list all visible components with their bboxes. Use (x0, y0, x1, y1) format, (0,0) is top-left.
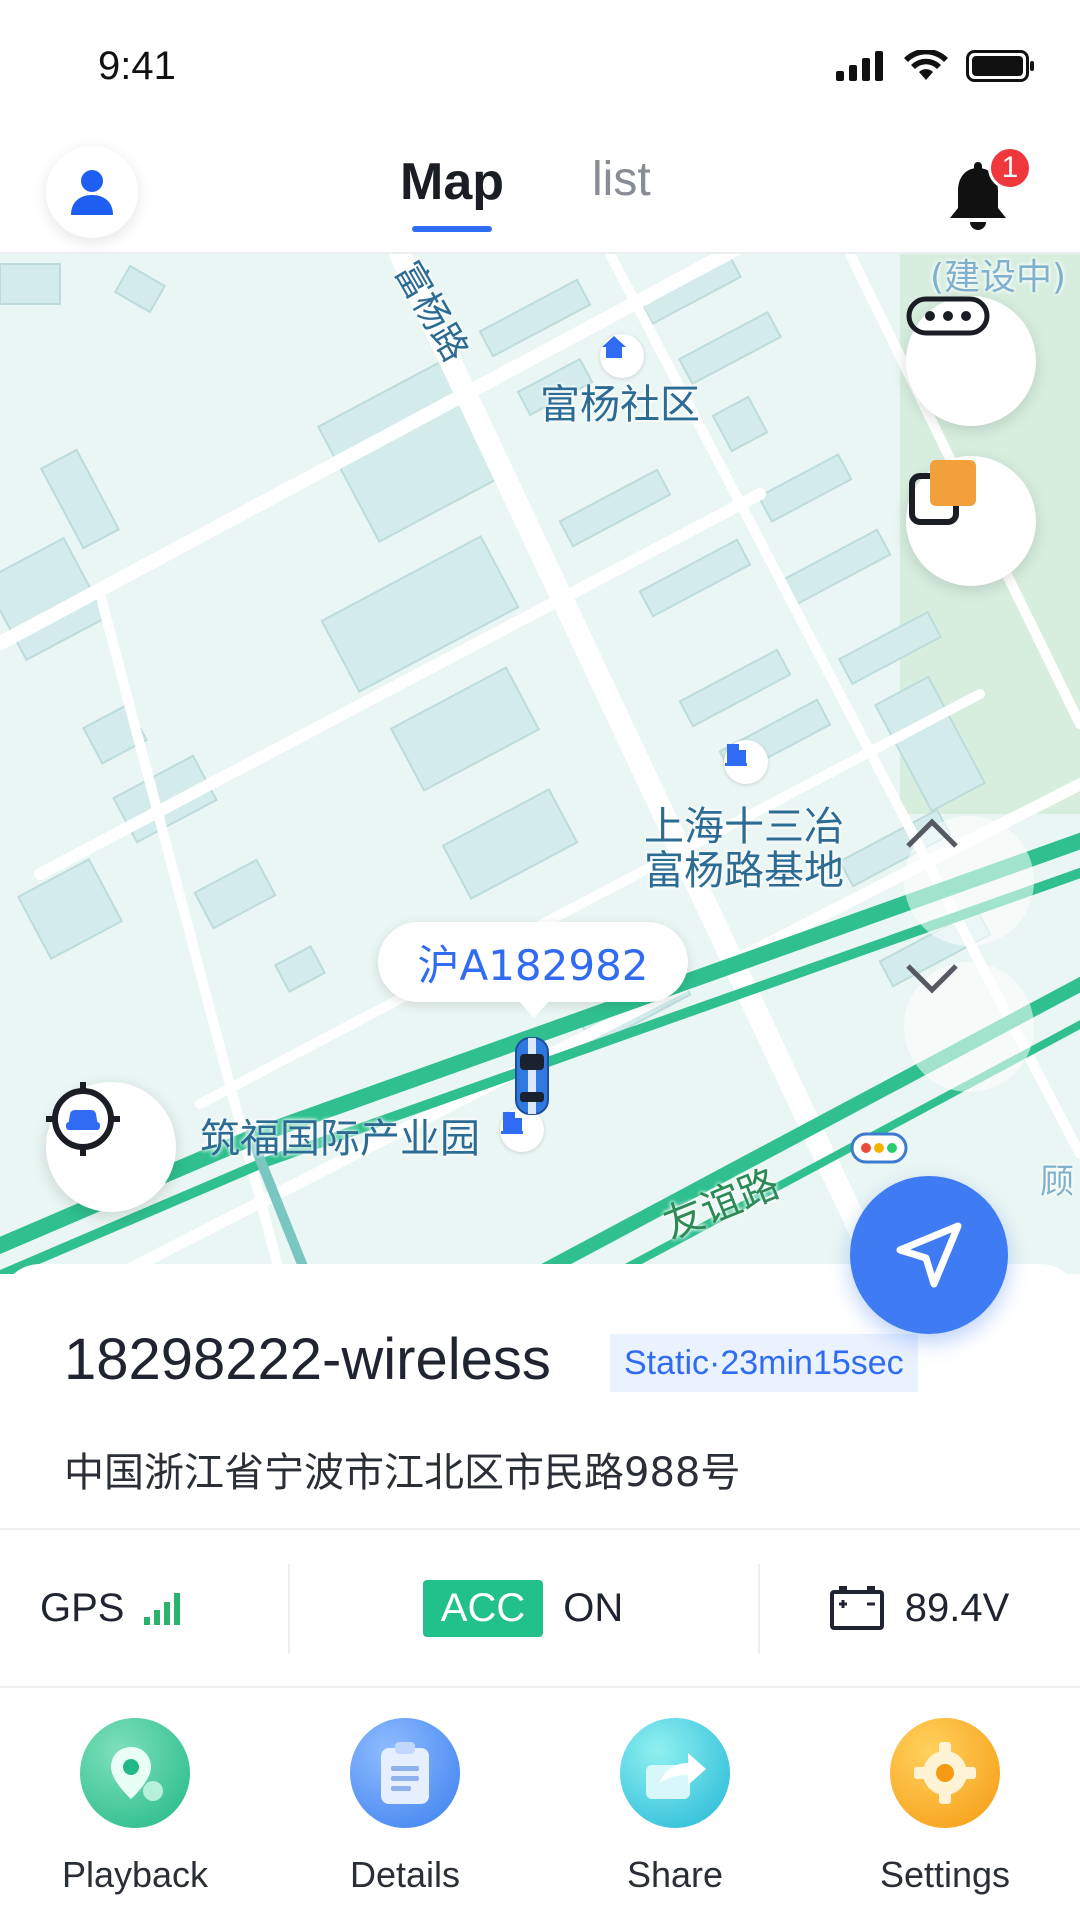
playback-label: Playback (61, 1854, 209, 1895)
status-badge: Static·23min15sec (610, 1334, 918, 1392)
map-view[interactable]: 富杨路 富杨社区 上海十三冶 富杨路基地 筑福国际产业园 友谊路 (建设中) 顾… (0, 254, 1080, 1274)
car-marker-icon[interactable] (512, 1036, 552, 1116)
tab-bar: Map list (400, 152, 651, 232)
voltage-metric: 89.4V (758, 1530, 1080, 1686)
chevron-down-icon (906, 964, 958, 994)
playback-icon (80, 1718, 190, 1828)
header: Map list 1 (0, 130, 1080, 254)
notifications-button[interactable]: 1 (938, 146, 1032, 238)
signal-icon (836, 51, 883, 81)
chevron-up-icon (906, 818, 958, 848)
site-poi-marker[interactable] (724, 740, 768, 784)
layers-button[interactable] (906, 456, 1036, 586)
acc-metric: ACC ON (288, 1530, 758, 1686)
acc-tag: ACC (422, 1579, 544, 1637)
locate-vehicle-button[interactable] (46, 1082, 176, 1212)
acc-state: ON (563, 1585, 624, 1630)
map-label-edge: 顾 (1040, 1162, 1074, 1202)
device-name: 18298222-wireless (64, 1327, 551, 1392)
gps-signal-icon (144, 1593, 181, 1625)
vehicle-plate-bubble[interactable]: 沪A182982 (378, 922, 688, 1018)
details-label: Details (349, 1854, 461, 1895)
details-button[interactable]: Details (270, 1688, 540, 1920)
map-label-construction: (建设中) (930, 257, 1067, 298)
voltage-value: 89.4V (904, 1585, 1010, 1630)
map-label-site-line2: 富杨路基地 (644, 848, 844, 894)
metrics-row: GPS ACC ON 89.4V (0, 1530, 1080, 1686)
settings-icon (890, 1718, 1000, 1828)
tab-map[interactable]: Map (400, 152, 504, 232)
map-label-industrial-park: 筑福国际产业园 (200, 1116, 480, 1162)
building-icon (725, 744, 747, 766)
share-button[interactable]: Share (540, 1688, 810, 1920)
user-icon (71, 170, 113, 215)
layers-icon (909, 460, 976, 525)
device-info-panel: 18298222-wireless Static·23min15sec 中国浙江… (0, 1264, 1080, 1920)
zoom-up-button[interactable] (904, 816, 1034, 946)
map-label-community: 富杨社区 (540, 382, 700, 428)
status-bar: 9:41 (0, 0, 1080, 130)
details-icon (350, 1718, 460, 1828)
notification-badge: 1 (988, 146, 1032, 190)
settings-label: Settings (879, 1854, 1011, 1895)
device-address: 中国浙江省宁波市江北区市民路988号 (64, 1450, 741, 1496)
zoom-down-button[interactable] (904, 962, 1034, 1092)
gps-metric: GPS (0, 1530, 288, 1686)
tab-list[interactable]: list (592, 152, 651, 232)
settings-button[interactable]: Settings (810, 1688, 1080, 1920)
action-bar: Playback Details Share Settings (0, 1688, 1080, 1920)
playback-button[interactable]: Playback (0, 1688, 270, 1920)
share-label: Share (626, 1854, 724, 1895)
user-profile-button[interactable] (46, 146, 138, 238)
more-options-button[interactable] (906, 296, 1036, 426)
status-time: 9:41 (98, 44, 176, 88)
gps-label: GPS (40, 1585, 125, 1630)
battery-voltage-icon (829, 1586, 884, 1630)
navigation-arrow-icon (896, 1222, 962, 1288)
locate-car-icon (46, 1082, 120, 1156)
wifi-icon (904, 50, 948, 80)
more-icon (906, 296, 990, 336)
navigate-button[interactable] (850, 1176, 1008, 1334)
share-icon (620, 1718, 730, 1828)
house-icon (602, 336, 626, 358)
battery-icon (966, 50, 1034, 82)
status-icons (836, 50, 1036, 82)
